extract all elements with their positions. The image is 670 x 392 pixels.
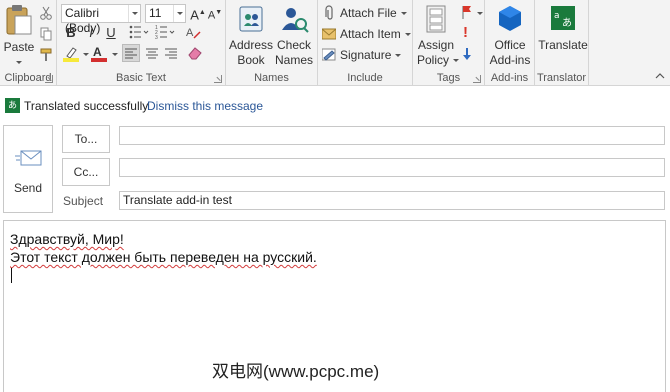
office-addins-icon (499, 6, 521, 31)
copy-icon[interactable] (40, 27, 52, 41)
italic-button[interactable]: I (83, 24, 99, 42)
attach-item-button[interactable]: Attach Item (322, 26, 411, 42)
signature-icon (322, 48, 336, 61)
highlight-dropdown-icon[interactable] (83, 53, 89, 56)
paste-icon (6, 5, 32, 35)
font-color-icon[interactable]: A (91, 45, 107, 62)
font-name-select[interactable]: Calibri (Body) (61, 4, 141, 35)
subject-field[interactable]: Translate add-in test (119, 191, 665, 210)
cc-field[interactable] (119, 158, 665, 177)
subject-label: Subject (63, 194, 104, 208)
svg-text:A: A (186, 27, 194, 39)
clipboard-launcher[interactable] (45, 75, 53, 83)
highlight-icon[interactable] (63, 46, 81, 62)
eraser-icon[interactable] (187, 46, 203, 60)
chevron-down-icon (453, 59, 460, 63)
paste-dropdown-icon[interactable] (16, 61, 22, 65)
tags-launcher[interactable] (473, 75, 481, 83)
align-left-button[interactable] (122, 44, 140, 62)
check-names-button[interactable]: Check Names (273, 4, 315, 68)
shrink-font-button[interactable]: A▼ (207, 4, 223, 22)
signature-button[interactable]: Signature (322, 47, 402, 63)
high-importance-button[interactable]: ! (463, 24, 468, 41)
to-button[interactable]: To... (62, 125, 110, 153)
chevron-down-icon (395, 53, 402, 57)
clipboard-group: Paste Clipboard (0, 0, 57, 86)
numbering-icon[interactable]: 1 2 3 (155, 25, 175, 39)
align-left-icon (125, 48, 137, 59)
address-book-icon (239, 6, 263, 32)
chevron-down-icon (128, 5, 140, 22)
envelope-icon (322, 28, 336, 40)
format-painter-icon[interactable] (40, 48, 52, 62)
cc-button[interactable]: Cc... (62, 158, 110, 186)
svg-text:あ: あ (562, 17, 572, 29)
svg-text:3: 3 (155, 35, 158, 39)
body-line: Здравствуй, Мир! (10, 231, 124, 247)
notice-message: Translated successfully (24, 99, 149, 113)
watermark: 双电网(www.pcpc.me) (212, 362, 380, 381)
basic-text-group: Calibri (Body) 11 A▲ A▼ B I U 1 2 3 A A … (57, 0, 226, 86)
tags-group: Assign Policy ! Tags (413, 0, 485, 86)
send-button[interactable]: Send (3, 125, 53, 213)
paste-button[interactable]: Paste (2, 4, 36, 70)
translate-button[interactable]: a あ Translate (537, 4, 589, 53)
policy-cabinet-icon (426, 5, 446, 33)
collapse-ribbon-icon[interactable] (655, 72, 665, 80)
dismiss-message-link[interactable]: Dismiss this message (147, 99, 263, 113)
check-names-icon (282, 8, 309, 33)
to-field[interactable] (119, 126, 665, 145)
svg-text:A: A (93, 45, 102, 59)
underline-button[interactable]: U (103, 24, 119, 42)
include-group: Attach File Attach Item Signature Includ… (318, 0, 413, 86)
font-color-dropdown-icon[interactable] (112, 53, 118, 56)
align-center-icon[interactable] (144, 45, 160, 61)
names-group: Address Book Check Names Names (226, 0, 318, 86)
bold-button[interactable]: B (63, 24, 79, 42)
attach-file-button[interactable]: Attach File (322, 5, 407, 21)
align-right-icon[interactable] (163, 45, 179, 61)
text-cursor (11, 268, 12, 283)
grow-font-button[interactable]: A▲ (190, 4, 206, 22)
flag-dropdown-icon[interactable] (477, 12, 483, 15)
chevron-down-icon (173, 5, 185, 22)
addins-group: Office Add-ins Add-ins (485, 0, 535, 86)
assign-policy-button[interactable]: Assign Policy (417, 4, 460, 68)
body-line: Этот текст должен быть переведен на русс… (10, 249, 317, 265)
basic-text-launcher[interactable] (214, 75, 222, 83)
translator-icon: あ (5, 98, 20, 113)
svg-text:a: a (554, 11, 560, 21)
paperclip-icon (325, 5, 333, 20)
low-importance-icon[interactable] (461, 47, 473, 61)
bullets-icon[interactable] (129, 25, 149, 39)
ribbon: Paste Clipboard Calibri (Body) 11 A▲ A▼ … (0, 0, 670, 86)
translation-notice-bar: あ Translated successfully Dismiss this m… (0, 96, 670, 118)
chevron-down-icon (404, 32, 411, 36)
follow-up-flag-icon[interactable] (461, 5, 473, 19)
translator-group: a あ Translate Translator (535, 0, 589, 86)
cut-icon[interactable] (40, 6, 52, 20)
office-addins-button[interactable]: Office Add-ins (487, 4, 533, 68)
translator-icon: a あ (551, 6, 575, 30)
clear-formatting-icon[interactable]: A (185, 25, 201, 39)
address-book-button[interactable]: Address Book (229, 4, 273, 68)
send-icon (15, 150, 42, 166)
font-size-select[interactable]: 11 (145, 4, 186, 23)
chevron-down-icon (400, 11, 407, 15)
